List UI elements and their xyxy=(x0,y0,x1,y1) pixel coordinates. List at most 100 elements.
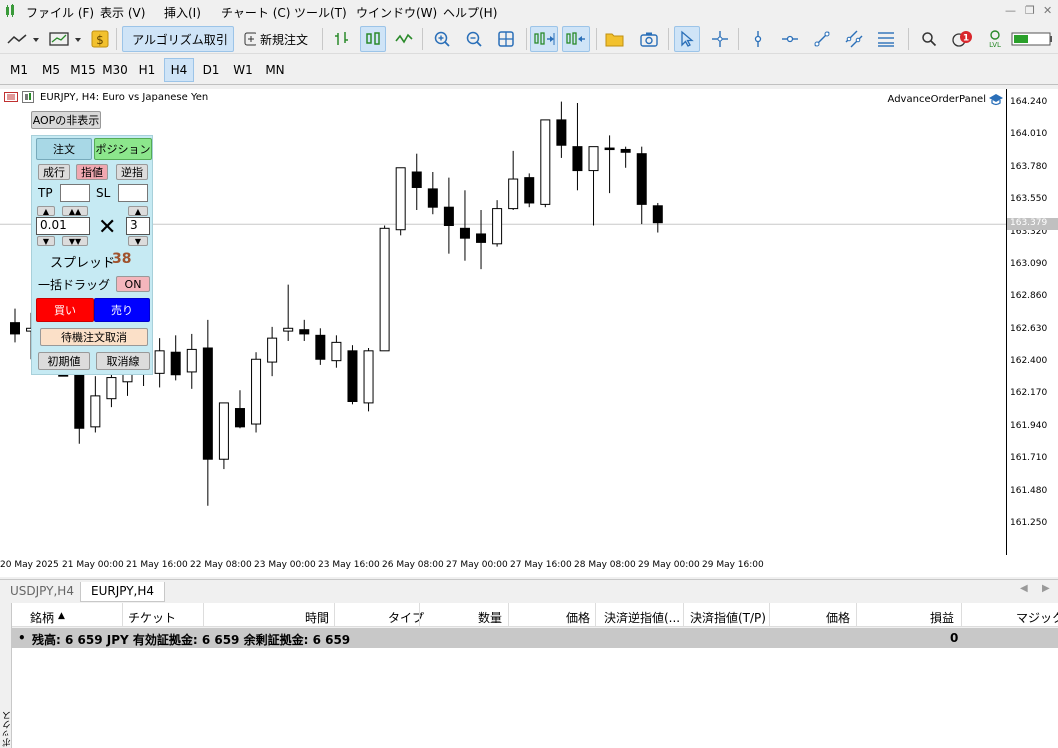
zoom-in-icon[interactable] xyxy=(430,26,454,52)
screenshot-icon[interactable] xyxy=(636,26,662,52)
minimize-icon[interactable]: — xyxy=(1005,4,1016,17)
tab-usdjpy[interactable]: USDJPY,H4 xyxy=(0,582,84,602)
col-profit[interactable]: 損益 xyxy=(930,609,954,626)
tab-order[interactable]: 注文 xyxy=(36,138,92,160)
col-takeprofit[interactable]: 決済指値(T/P) xyxy=(690,609,766,626)
level-icon[interactable]: LVL xyxy=(984,26,1006,52)
candle xyxy=(218,402,229,470)
tabs-left-arrow-icon[interactable]: ◀ xyxy=(1020,583,1028,594)
time-tick: 26 May 08:00 xyxy=(382,560,444,570)
sl-input[interactable] xyxy=(118,184,148,202)
sort-ascending-icon[interactable]: ▲ xyxy=(58,611,65,621)
folder-icon[interactable] xyxy=(602,26,628,52)
cancel-pending-button[interactable]: 待機注文取消 xyxy=(40,328,148,346)
chart-shift-icon[interactable] xyxy=(562,26,590,52)
graduation-icon[interactable] xyxy=(988,93,1004,107)
menu-window[interactable]: ウインドウ(W) xyxy=(356,4,437,21)
line-icon[interactable] xyxy=(392,26,416,52)
col-stoploss[interactable]: 決済逆指値(... xyxy=(604,609,680,626)
tf-h1[interactable]: H1 xyxy=(132,58,162,82)
menu-insert[interactable]: 挿入(I) xyxy=(164,4,201,21)
menu-view[interactable]: 表示 (V) xyxy=(100,4,145,21)
toolbox-side-tab[interactable]: ボックス xyxy=(0,603,13,748)
channel-icon[interactable] xyxy=(842,26,866,52)
balance-row[interactable]: • 残高: 6 659 JPY 有効証拠金: 6 659 余剰証拠金: 6 65… xyxy=(12,628,1058,648)
buy-button[interactable]: 買い xyxy=(36,298,94,322)
tf-mn[interactable]: MN xyxy=(260,58,290,82)
grid-icon[interactable] xyxy=(494,26,518,52)
candle-body-bullish xyxy=(363,350,374,404)
tabs-right-arrow-icon[interactable]: ▶ xyxy=(1042,583,1050,594)
lot-down-large-button[interactable]: ▼▼ xyxy=(62,236,88,246)
cursor-icon[interactable] xyxy=(674,26,700,52)
tf-m30[interactable]: M30 xyxy=(100,58,130,82)
table-body xyxy=(12,648,1058,748)
mult-up-button[interactable]: ▲ xyxy=(128,206,148,216)
chart-type-dropdown[interactable] xyxy=(4,26,42,52)
tf-m5[interactable]: M5 xyxy=(36,58,66,82)
cancel-line-button[interactable]: 取消線 xyxy=(96,352,150,370)
menu-help[interactable]: ヘルプ(H) xyxy=(443,4,497,21)
notification-icon[interactable]: 1 xyxy=(948,26,976,52)
reset-button[interactable]: 初期値 xyxy=(38,352,90,370)
stop-order-button[interactable]: 逆指 xyxy=(116,164,148,180)
new-order-button[interactable]: 新規注文 xyxy=(238,26,314,52)
price-tick: 162.630 xyxy=(1010,323,1048,334)
fibonacci-icon[interactable] xyxy=(874,26,898,52)
lot-input[interactable]: 0.01 xyxy=(36,217,90,235)
lot-up-small-button[interactable]: ▲ xyxy=(37,206,55,216)
lot-down-small-button[interactable]: ▼ xyxy=(37,236,55,246)
col-magic[interactable]: マジック xyxy=(1016,609,1058,626)
search-icon[interactable] xyxy=(918,26,940,52)
candlestick-icon[interactable] xyxy=(360,26,386,52)
menu-chart[interactable]: チャート (C) xyxy=(221,4,290,21)
candle-body-bearish xyxy=(10,322,20,335)
advance-order-panel: 注文 ポジション 成行 指値 逆指 TP SL ▲ ▲▲ 0.01 ▼ ▼▼ ✕… xyxy=(31,135,153,375)
crosshair-icon[interactable] xyxy=(708,26,732,52)
hide-aop-button[interactable]: AOPの非表示 xyxy=(31,111,101,129)
tab-eurjpy[interactable]: EURJPY,H4 xyxy=(80,582,166,602)
app-logo-icon xyxy=(4,4,18,21)
sell-button[interactable]: 売り xyxy=(94,298,150,322)
trendline-icon[interactable] xyxy=(810,26,834,52)
col-volume[interactable]: 数量 xyxy=(478,609,502,626)
col-symbol[interactable]: 銘柄 xyxy=(30,609,54,626)
limit-order-button[interactable]: 指値 xyxy=(76,164,108,180)
tf-m15[interactable]: M15 xyxy=(68,58,98,82)
tp-input[interactable] xyxy=(60,184,90,202)
candle xyxy=(492,200,503,247)
bulk-drag-toggle[interactable]: ON xyxy=(116,276,150,292)
col-price[interactable]: 価格 xyxy=(566,609,590,626)
candle-body-bearish xyxy=(202,347,213,460)
candle xyxy=(90,376,101,433)
mult-down-button[interactable]: ▼ xyxy=(128,236,148,246)
market-order-button[interactable]: 成行 xyxy=(38,164,70,180)
auto-scroll-icon[interactable] xyxy=(530,26,558,52)
candle-body-bearish xyxy=(572,146,583,172)
lot-up-large-button[interactable]: ▲▲ xyxy=(62,206,88,216)
tf-d1[interactable]: D1 xyxy=(196,58,226,82)
menu-file[interactable]: ファイル (F) xyxy=(26,4,94,21)
tf-h4[interactable]: H4 xyxy=(164,58,194,82)
candle-body-bullish xyxy=(331,341,342,362)
zoom-out-icon[interactable] xyxy=(462,26,486,52)
dollar-icon[interactable]: $ xyxy=(90,26,110,52)
tab-position[interactable]: ポジション xyxy=(94,138,152,160)
tf-m1[interactable]: M1 xyxy=(4,58,34,82)
col-time[interactable]: 時間 xyxy=(305,609,329,626)
side-tab-label: ボックス xyxy=(3,711,13,747)
candle-body-bearish xyxy=(411,171,422,188)
tf-w1[interactable]: W1 xyxy=(228,58,258,82)
menu-tools[interactable]: ツール(T) xyxy=(294,4,347,21)
col-ticket[interactable]: チケット xyxy=(128,609,176,626)
horizontal-line-icon[interactable] xyxy=(778,26,802,52)
algo-trading-button[interactable]: アルゴリズム取引 xyxy=(122,26,234,52)
multiplier-input[interactable]: 3 xyxy=(126,217,150,235)
col-current-price[interactable]: 価格 xyxy=(826,609,850,626)
close-icon[interactable]: ✕ xyxy=(1043,4,1052,17)
spread-label: スプレッド xyxy=(50,256,116,271)
restore-icon[interactable]: ❐ xyxy=(1025,4,1035,17)
template-dropdown[interactable] xyxy=(46,26,84,52)
bar-chart-icon[interactable] xyxy=(330,26,354,52)
vertical-line-icon[interactable] xyxy=(746,26,770,52)
